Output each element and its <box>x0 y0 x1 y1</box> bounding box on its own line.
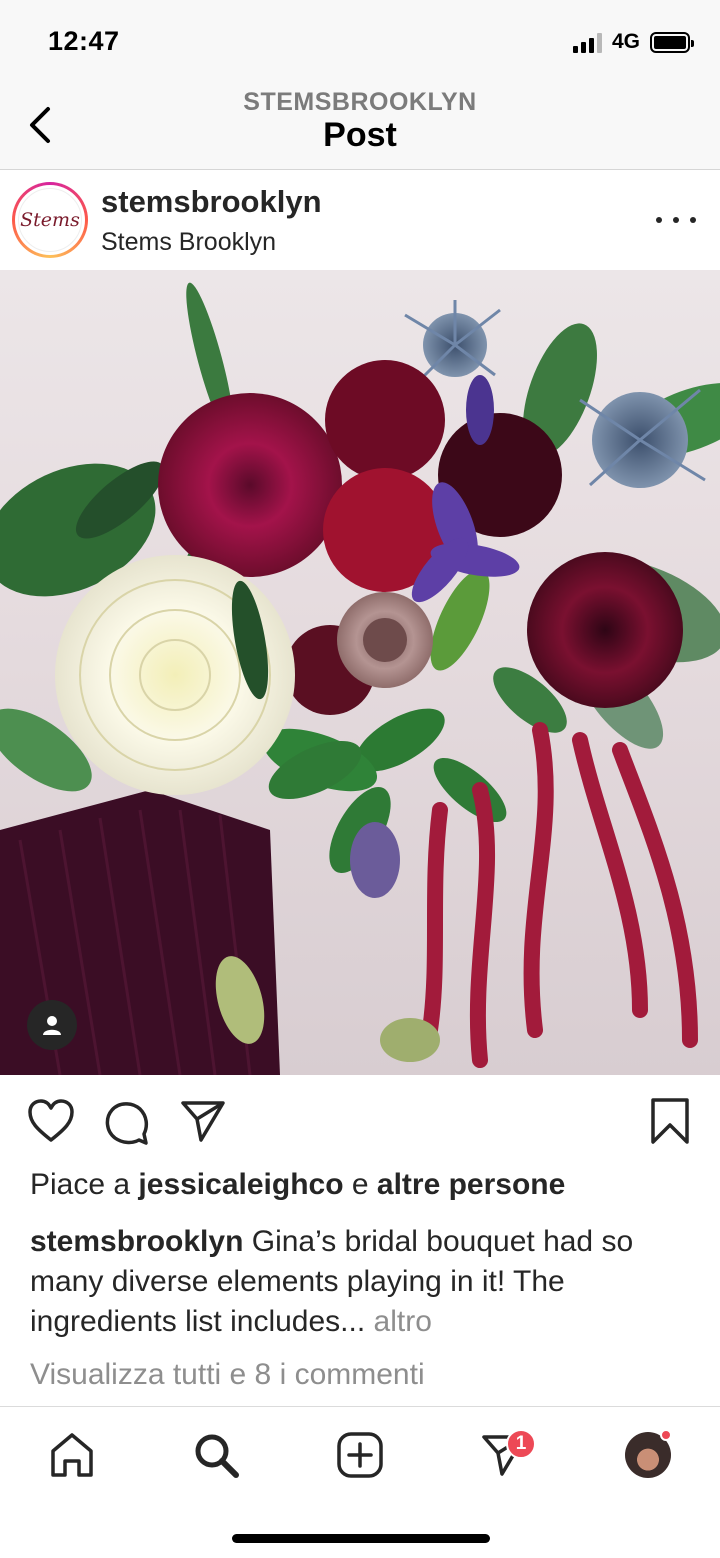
network-type: 4G <box>611 30 640 53</box>
comment-button[interactable] <box>104 1100 150 1151</box>
like-button[interactable] <box>27 1099 75 1148</box>
page-title: Post <box>323 116 397 154</box>
search-icon <box>195 1434 239 1478</box>
status-time: 12:47 <box>48 26 120 56</box>
home-indicator[interactable] <box>232 1534 490 1543</box>
view-comments-link[interactable]: Visualizza tutti e 8 i commenti <box>30 1358 425 1392</box>
home-icon <box>51 1433 93 1477</box>
post-location[interactable]: Stems Brooklyn <box>101 228 276 257</box>
tagged-people-button[interactable] <box>27 1000 77 1050</box>
likes-prefix: Piace a <box>30 1168 131 1201</box>
tab-new-post[interactable] <box>330 1425 390 1485</box>
liker-username[interactable]: jessicaleighco <box>138 1168 343 1201</box>
tab-search[interactable] <box>186 1425 246 1485</box>
post-image[interactable] <box>0 270 720 1075</box>
profile-notification-dot <box>660 1429 672 1441</box>
tab-home[interactable] <box>42 1425 102 1485</box>
caption-username[interactable]: stemsbrooklyn <box>30 1225 243 1258</box>
nav-header: STEMSBROOKLYN Post <box>0 88 720 170</box>
post-actions <box>0 1075 720 1170</box>
more-options-button[interactable] <box>656 208 696 232</box>
person-icon <box>43 1016 61 1035</box>
post-username[interactable]: stemsbrooklyn <box>101 184 322 220</box>
add-post-icon <box>337 1432 383 1478</box>
heart-icon <box>28 1099 74 1142</box>
status-indicators: 4G <box>572 30 694 54</box>
likes-summary[interactable]: Piace a jessicaleighco e altre persone <box>30 1168 565 1202</box>
signal-icon <box>572 31 602 53</box>
send-icon <box>181 1101 225 1142</box>
save-button[interactable] <box>650 1097 690 1150</box>
battery-icon <box>650 31 694 53</box>
direct-badge: 1 <box>506 1429 536 1459</box>
likes-others[interactable]: altre persone <box>377 1168 565 1201</box>
post-header: Stems stemsbrooklyn Stems Brooklyn <box>0 170 720 270</box>
avatar[interactable]: Stems <box>12 182 88 258</box>
status-bar: 12:47 4G <box>0 0 720 88</box>
likes-connector: e <box>351 1168 369 1201</box>
comment-icon <box>105 1102 149 1145</box>
caption-more-link[interactable]: altro <box>374 1305 432 1338</box>
bookmark-icon <box>651 1098 689 1144</box>
bouquet-illustration <box>0 282 720 1075</box>
avatar-logo: Stems <box>18 188 82 252</box>
tab-profile[interactable] <box>618 1425 678 1485</box>
share-button[interactable] <box>180 1099 226 1148</box>
account-name: STEMSBROOKLYN <box>243 88 477 116</box>
tab-direct[interactable]: 1 <box>474 1425 536 1485</box>
post-caption: stemsbrooklyn Gina’s bridal bouquet had … <box>30 1222 695 1342</box>
